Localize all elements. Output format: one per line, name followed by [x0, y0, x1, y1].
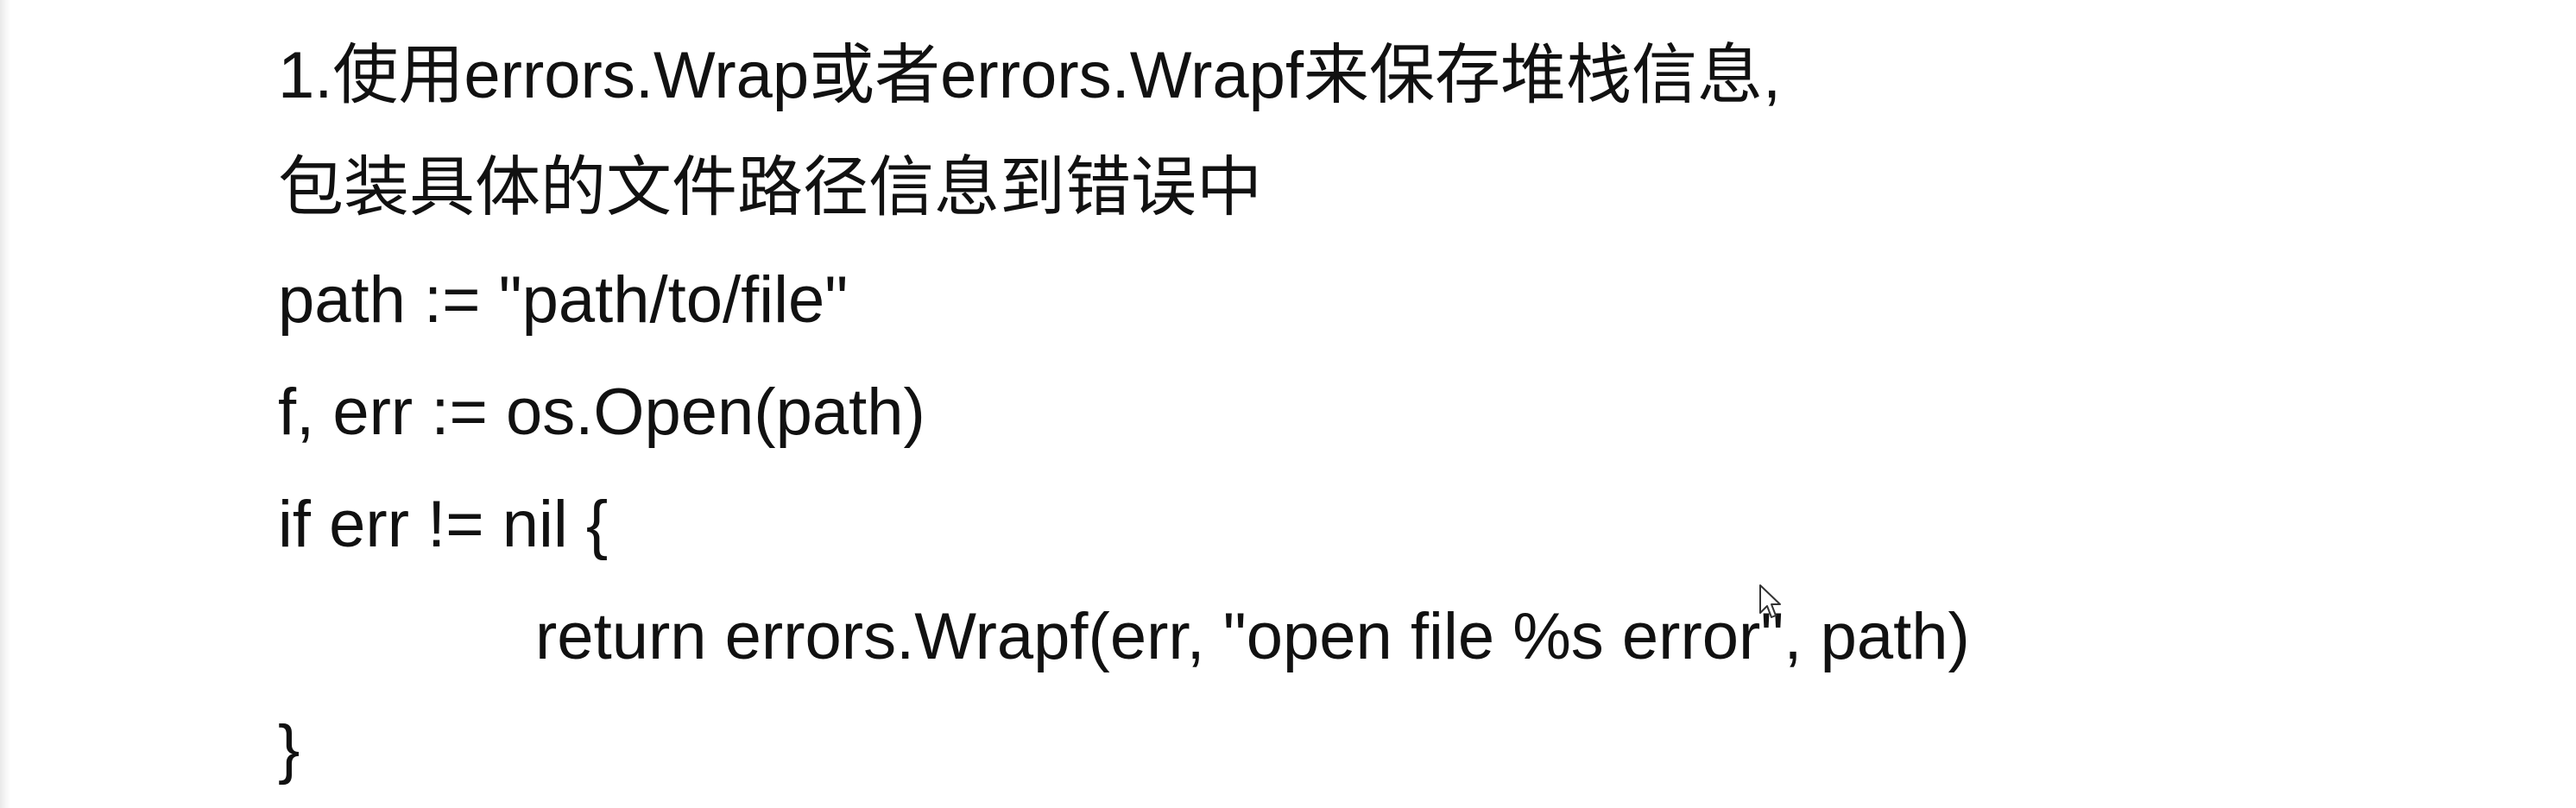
code-line-close-brace: } — [278, 712, 300, 786]
code-line-path: path := "path/to/file" — [278, 263, 849, 337]
code-line-open: f, err := os.Open(path) — [278, 376, 925, 449]
heading-line-1: 1.使用errors.Wrap或者errors.Wrapf来保存堆栈信息, — [278, 39, 1782, 112]
heading-line-2: 包装具体的文件路径信息到错误中 — [278, 151, 1262, 224]
code-line-return: return errors.Wrapf(err, "open file %s e… — [535, 600, 1970, 673]
code-line-if: if err != nil { — [278, 488, 609, 561]
document-page: 1.使用errors.Wrap或者errors.Wrapf来保存堆栈信息, 包装… — [0, 0, 2576, 808]
left-edge-shadow — [0, 0, 10, 808]
mouse-pointer-icon — [1759, 584, 1781, 618]
